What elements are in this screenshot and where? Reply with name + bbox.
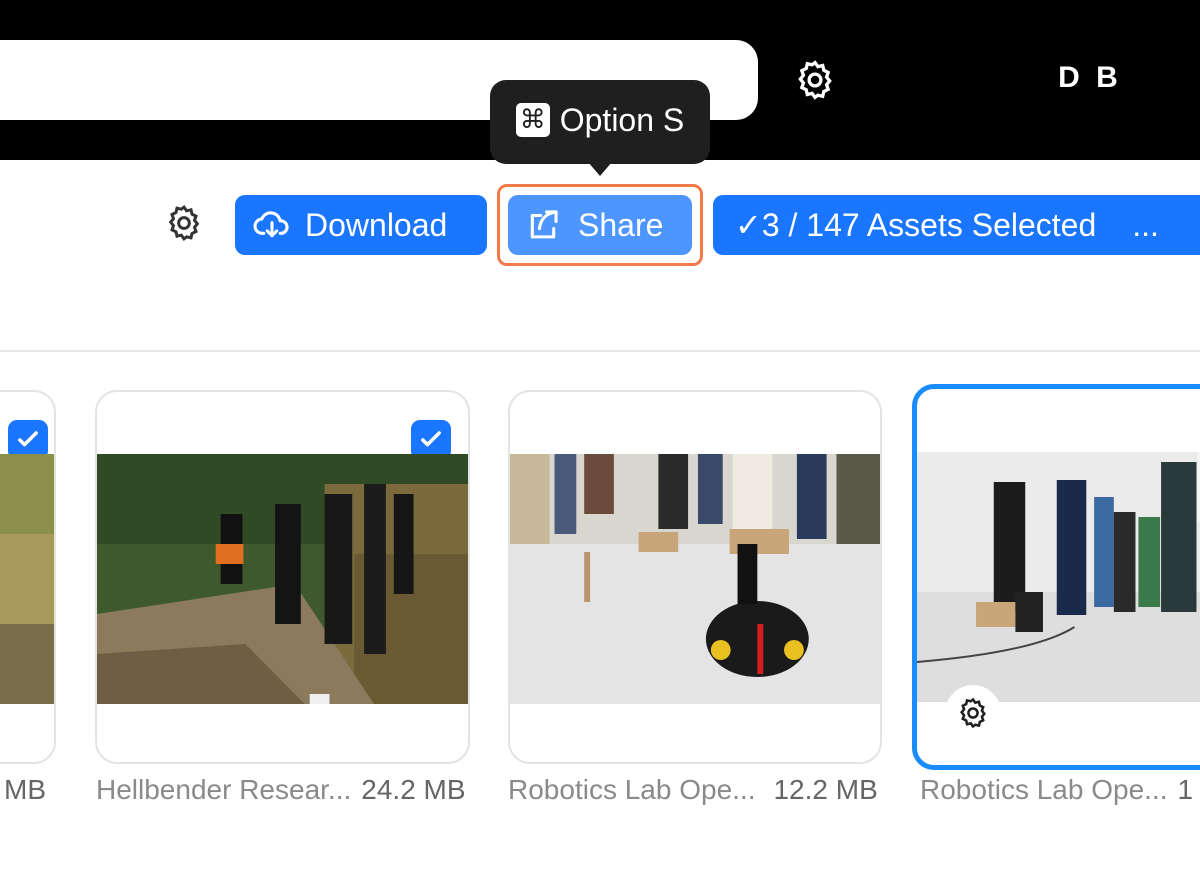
tooltip-arrow [588, 162, 612, 176]
asset-card[interactable] [95, 390, 470, 764]
asset-caption: MB [4, 774, 46, 810]
asset-name: Robotics Lab Ope... [920, 774, 1168, 805]
asset-size: MB [4, 774, 46, 805]
asset-name: Robotics Lab Ope... [508, 774, 756, 805]
asset-size: 1 [1177, 774, 1194, 805]
gear-icon[interactable] [793, 58, 837, 102]
asset-thumbnail [0, 454, 54, 704]
asset-size: 12.2 MB [773, 774, 878, 805]
asset-name: Hellbender Resear... [96, 774, 352, 805]
tooltip-text: Option S [559, 101, 685, 138]
download-button[interactable]: Download [235, 195, 487, 255]
asset-settings-icon[interactable] [945, 685, 1001, 741]
assets-selected-button[interactable]: ✓3 / 147 Assets Selected ... [713, 195, 1200, 255]
asset-card[interactable] [508, 390, 882, 764]
cloud-download-icon [253, 211, 289, 238]
asset-thumbnail [97, 454, 468, 704]
toolbar-settings-icon[interactable] [164, 203, 204, 243]
share-button-highlight [497, 184, 703, 266]
divider [0, 350, 1200, 352]
asset-card[interactable] [0, 390, 56, 764]
asset-caption: Robotics Lab Ope... 12.2 MB [508, 774, 878, 810]
command-key-icon: ⌘ [515, 103, 550, 137]
asset-thumbnail [510, 454, 880, 704]
share-shortcut-tooltip: ⌘ Option S [490, 80, 710, 164]
asset-thumbnail [917, 452, 1200, 702]
assets-selected-label: ✓3 / 147 Assets Selected [735, 207, 1097, 243]
user-avatar[interactable]: D B [1040, 58, 1140, 98]
asset-card-focused[interactable] [912, 384, 1200, 770]
download-label: Download [305, 206, 448, 243]
asset-caption: Hellbender Resear... 24.2 MB [96, 774, 466, 810]
asset-caption: Robotics Lab Ope... 1 [920, 774, 1193, 810]
more-options-button[interactable]: ... [1132, 207, 1159, 244]
asset-size: 24.2 MB [361, 774, 466, 805]
